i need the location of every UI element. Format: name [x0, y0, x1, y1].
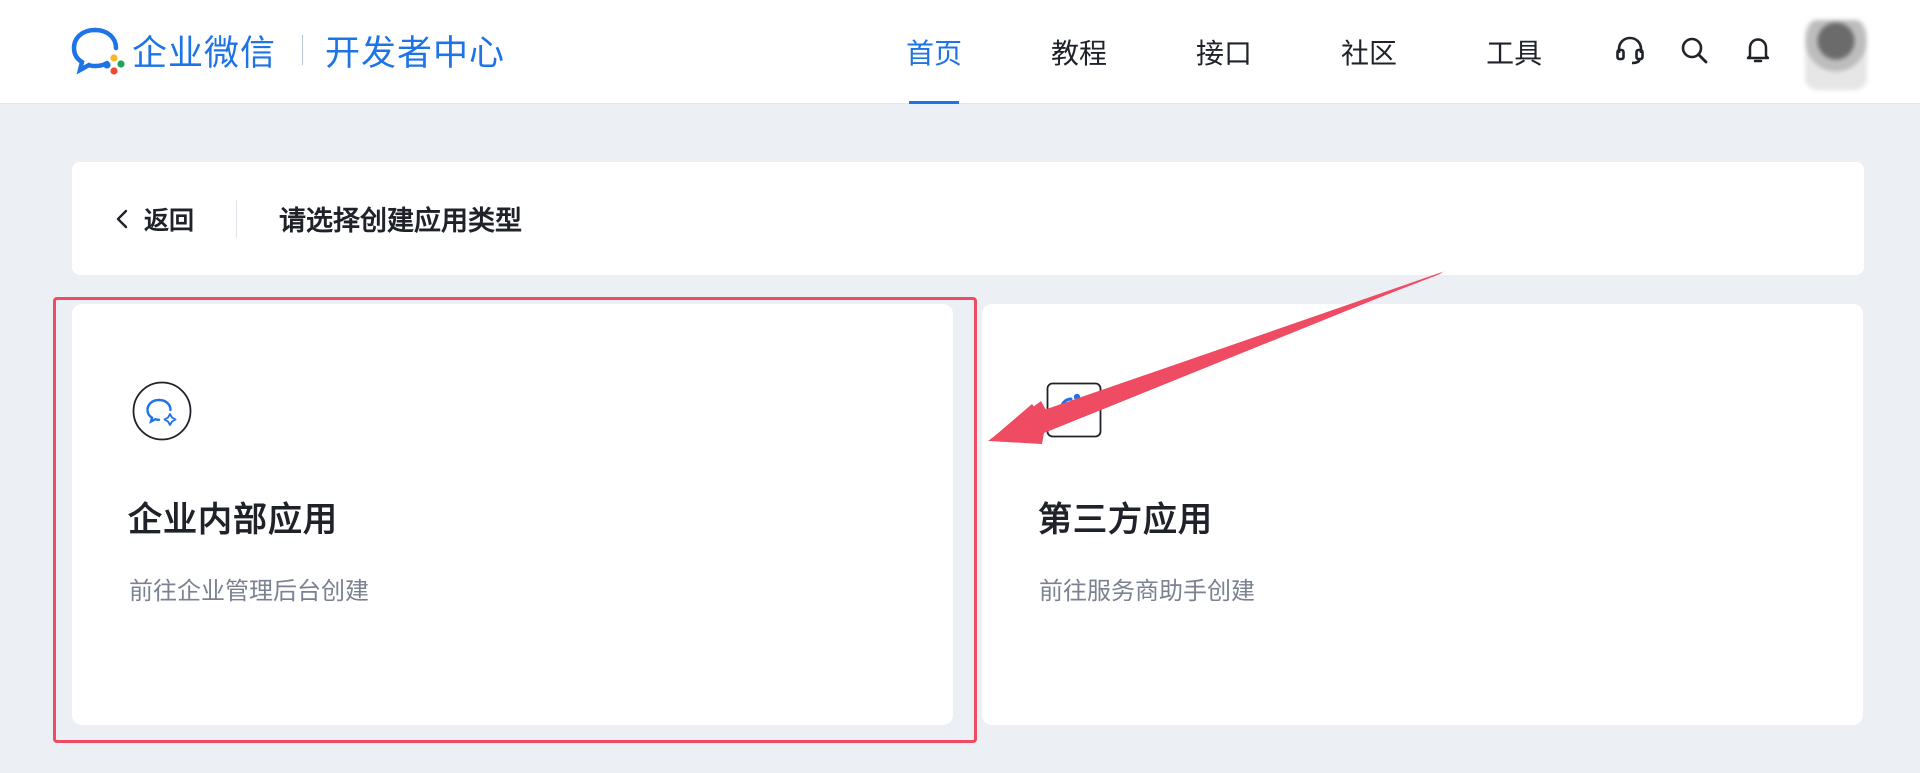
avatar[interactable]	[1805, 20, 1867, 90]
headset-icon[interactable]	[1610, 30, 1650, 70]
bell-icon[interactable]	[1738, 30, 1778, 70]
card-title: 第三方应用	[1038, 500, 1213, 540]
search-icon[interactable]	[1674, 30, 1714, 70]
third-party-app-icon	[1046, 382, 1102, 438]
nav-tutorials[interactable]: 教程	[1030, 0, 1128, 104]
nav-api[interactable]: 接口	[1175, 0, 1273, 104]
page-title: 请选择创建应用类型	[279, 206, 523, 237]
card-title: 企业内部应用	[128, 500, 338, 540]
main-nav: 首页 教程 接口 社区 工具	[880, 0, 1610, 104]
wecom-chat-icon	[132, 381, 192, 441]
header-tools	[1610, 30, 1802, 70]
nav-tools[interactable]: 工具	[1465, 0, 1563, 104]
chevron-left-icon	[116, 209, 128, 228]
top-navigation-bar: 企业微信 开发者中心 首页 教程 接口 社区 工具	[0, 0, 1920, 104]
back-label: 返回	[144, 205, 195, 235]
card-description: 前往服务商助手创建	[1039, 577, 1255, 605]
nav-community[interactable]: 社区	[1320, 0, 1418, 104]
back-button[interactable]: 返回	[114, 199, 194, 239]
brand-name: 企业微信	[132, 33, 277, 74]
brand[interactable]: 企业微信 开发者中心	[70, 24, 505, 76]
brand-subtitle: 开发者中心	[325, 33, 506, 74]
page-header-panel: 返回 请选择创建应用类型	[72, 162, 1864, 275]
internal-app-card[interactable]: 企业内部应用 前往企业管理后台创建	[72, 304, 953, 725]
third-party-app-card[interactable]: 第三方应用 前往服务商助手创建	[982, 304, 1863, 725]
nav-home[interactable]: 首页	[885, 0, 983, 104]
card-description: 前往企业管理后台创建	[129, 577, 369, 605]
wecom-logo-icon	[70, 24, 130, 76]
divider	[236, 199, 238, 238]
brand-divider	[302, 35, 304, 65]
